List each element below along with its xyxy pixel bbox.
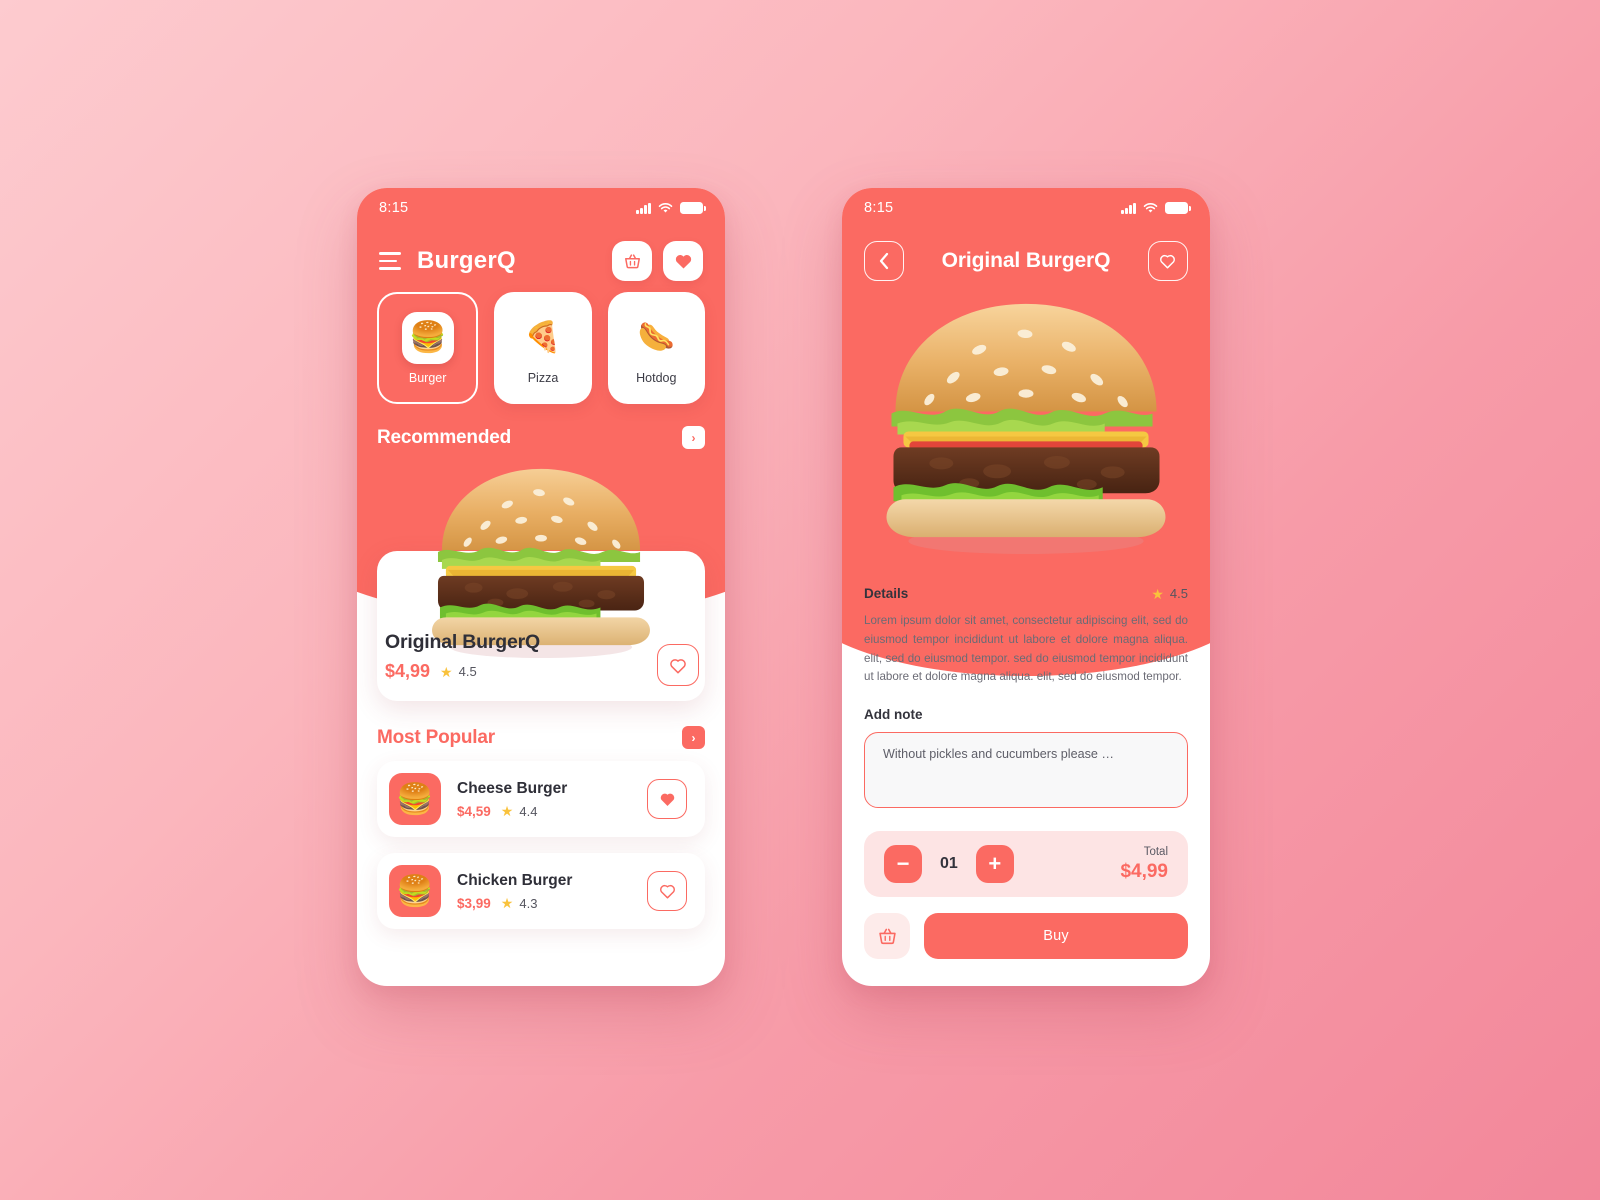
popular-list: 🍔 Cheese Burger $4,59 ★ 4.4 🍔 Chicken Bu… [357,749,725,929]
cart-basket-icon [878,928,896,944]
rating-value: 4.5 [1169,586,1188,601]
page-title: Original BurgerQ [941,249,1111,272]
add-note-label: Add note [864,707,923,723]
rating-value: 4.5 [458,664,477,679]
category-item-burger[interactable]: 🍔 Burger [377,292,479,404]
star-icon: ★ [1151,585,1164,602]
note-input[interactable] [864,732,1188,809]
chevron-left-icon [879,252,889,270]
product-favorite-button[interactable] [647,779,687,819]
category-item-hotdog[interactable]: 🌭 Hotdog [607,292,705,404]
recommended-item-info: Original BurgerQ $4,99 ★ 4.5 [385,631,540,682]
category-item-pizza[interactable]: 🍕 Pizza [494,292,592,404]
recommended-title: Recommended [377,426,512,448]
wifi-icon [1143,202,1158,213]
product-rating: ★ 4.4 [501,804,538,819]
product-name: Cheese Burger [457,779,568,797]
product-price: $4,59 [457,803,491,819]
total-block: Total $4,99 [1120,846,1168,883]
back-button[interactable] [864,241,904,281]
battery-icon [680,202,706,214]
hamburger-menu-icon[interactable] [379,252,401,270]
status-icons [1121,202,1191,214]
product-thumbnail: 🍔 [389,865,441,917]
increase-quantity-button[interactable]: + [975,845,1014,884]
buy-row: Buy [864,913,1188,960]
buy-button[interactable]: Buy [924,913,1188,960]
product-meta: $4,59 ★ 4.4 [457,804,631,819]
popular-title: Most Popular [377,726,495,748]
home-app-bar: BurgerQ [357,228,725,284]
product-description: Lorem ipsum dolor sit amet, consectetur … [864,614,1188,684]
rating-value: 4.3 [519,895,538,911]
signal-icon [1121,202,1136,214]
star-icon: ★ [500,803,514,819]
detail-favorite-button[interactable] [1147,241,1188,281]
status-bar: 8:15 [842,188,1210,228]
add-to-cart-button[interactable] [864,913,910,960]
battery-icon [1165,202,1191,214]
product-rating: ★ 4.3 [501,896,538,911]
popular-more-button[interactable]: › [682,726,705,749]
detail-content: Details ★ 4.5 Lorem ipsum dolor sit amet… [842,586,1210,960]
product-info: Cheese Burger $4,59 ★ 4.4 [457,780,631,819]
heart-filled-icon [660,793,674,806]
category-label: Hotdog [636,370,677,385]
product-favorite-button[interactable] [647,871,687,911]
product-name: Chicken Burger [457,871,573,889]
pizza-icon: 🍕 [516,311,569,364]
product-thumbnail: 🍔 [389,773,441,825]
recommended-item-meta: $4,99 ★ 4.5 [385,661,540,682]
star-icon: ★ [440,663,453,680]
status-bar: 8:15 [357,188,725,228]
wifi-icon [658,202,673,213]
quantity-value: 01 [940,855,958,873]
product-meta: $3,99 ★ 4.3 [457,896,631,911]
product-info: Chicken Burger $3,99 ★ 4.3 [457,872,631,911]
total-label: Total [1143,845,1168,858]
recommended-card-zone: Original BurgerQ $4,99 ★ 4.5 [357,459,725,704]
details-label: Details [864,586,909,601]
detail-app-bar: Original BurgerQ [842,228,1210,284]
heart-outline-icon [670,658,686,673]
recommended-favorite-button[interactable] [657,644,699,686]
favorites-button[interactable] [663,241,703,281]
decrease-quantity-button[interactable]: − [884,845,922,884]
heart-outline-icon [659,884,675,899]
burger-icon: 🍔 [401,311,454,364]
phone-detail-screen: 8:15 Original BurgerQ Details ★ 4.5 Lore… [842,188,1210,986]
app-title: BurgerQ [417,247,516,274]
hotdog-icon: 🌭 [630,311,683,364]
quantity-bar: − 01 + Total $4,99 [864,831,1188,898]
category-list: 🍔 Burger 🍕 Pizza 🌭 Hotdog [357,284,725,404]
details-header: Details ★ 4.5 [864,586,1188,601]
cart-basket-icon [624,253,640,268]
total-value: $4,99 [1120,860,1168,882]
recommended-more-button[interactable]: › [682,426,705,449]
heart-filled-icon [675,254,691,269]
rating-value: 4.4 [519,803,538,819]
list-item[interactable]: 🍔 Chicken Burger $3,99 ★ 4.3 [377,853,705,929]
signal-icon [636,202,651,214]
list-item[interactable]: 🍔 Cheese Burger $4,59 ★ 4.4 [377,761,705,837]
star-icon: ★ [500,895,514,911]
category-label: Burger [408,370,447,385]
category-label: Pizza [527,370,559,385]
details-rating: ★ 4.5 [1151,586,1188,601]
phone-home-screen: 8:15 BurgerQ 🍔 Burger 🍕 Pizza 🌭 Hotdog R… [357,188,725,986]
popular-section-header: Most Popular › [357,704,725,749]
recommended-item-rating: ★ 4.5 [440,664,477,679]
status-icons [636,202,706,214]
status-time: 8:15 [864,200,894,216]
status-time: 8:15 [379,200,409,216]
recommended-item-name: Original BurgerQ [385,631,540,653]
recommended-item-price: $4,99 [385,661,431,681]
recommended-section-header: Recommended › [357,404,725,449]
heart-outline-icon [1160,254,1176,269]
product-price: $3,99 [457,895,491,911]
cart-button[interactable] [612,241,652,281]
